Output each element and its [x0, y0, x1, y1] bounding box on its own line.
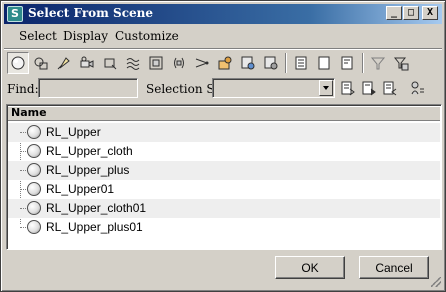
filter-toolbar: [4, 48, 442, 75]
list-item[interactable]: RL_Upper_cloth: [8, 142, 440, 161]
ok-button[interactable]: OK: [275, 256, 345, 279]
display-all-icon[interactable]: [290, 52, 312, 74]
selection-set-dropdown[interactable]: [212, 78, 335, 98]
bones-filter-icon[interactable]: [191, 52, 213, 74]
groups-filter-icon[interactable]: [145, 52, 167, 74]
object-name: RL_Upper_cloth: [46, 144, 133, 158]
sphere-object-icon: [27, 163, 41, 177]
display-none-icon[interactable]: [313, 52, 335, 74]
name-column-label: Name: [11, 106, 47, 119]
list-item[interactable]: RL_Upper01: [8, 180, 440, 199]
sphere-object-icon: [27, 144, 41, 158]
chevron-down-icon[interactable]: [319, 80, 333, 96]
find-input[interactable]: [38, 78, 138, 98]
window-title: Select From Scene: [28, 6, 153, 20]
geometry-filter-icon[interactable]: [7, 52, 29, 74]
display-invert-icon[interactable]: [336, 52, 358, 74]
find-row: Find: Selection Set:: [4, 77, 442, 101]
object-name: RL_Upper01: [46, 182, 115, 196]
object-name: RL_Upper_cloth01: [46, 201, 147, 215]
title-bar[interactable]: S Select From Scene _ □ X: [4, 4, 442, 24]
lights-filter-icon[interactable]: [53, 52, 75, 74]
frozen-filter-icon[interactable]: [237, 52, 259, 74]
select-from-scene-dialog: S Select From Scene _ □ X Select Display…: [0, 0, 446, 292]
name-column-header[interactable]: Name: [8, 106, 440, 121]
menu-customize[interactable]: Customize: [115, 29, 179, 43]
filter-icon[interactable]: [367, 52, 389, 74]
remove-from-set-icon[interactable]: [379, 77, 401, 99]
sphere-object-icon: [27, 125, 41, 139]
helpers-filter-icon[interactable]: [99, 52, 121, 74]
close-button[interactable]: X: [422, 6, 438, 20]
object-name: RL_Upper: [46, 125, 101, 139]
maximize-button[interactable]: □: [403, 6, 419, 20]
cancel-button[interactable]: Cancel: [359, 256, 429, 279]
object-name: RL_Upper_plus: [46, 163, 130, 177]
list-item[interactable]: RL_Upper: [8, 123, 440, 142]
cameras-filter-icon[interactable]: [76, 52, 98, 74]
shapes-filter-icon[interactable]: [30, 52, 52, 74]
list-item[interactable]: RL_Upper_plus01: [8, 218, 440, 237]
add-to-set-icon[interactable]: [358, 77, 380, 99]
selection-set-options-icon[interactable]: [406, 77, 428, 99]
minimize-button[interactable]: _: [386, 6, 402, 20]
xrefs-filter-icon[interactable]: [168, 52, 190, 74]
menu-bar: Select Display Customize: [4, 25, 442, 45]
list-item[interactable]: RL_Upper_plus: [8, 161, 440, 180]
app-icon: S: [7, 6, 23, 22]
find-label: Find:: [7, 82, 39, 96]
menu-select[interactable]: Select: [19, 29, 57, 43]
list-item[interactable]: RL_Upper_cloth01: [8, 199, 440, 218]
select-set-icon[interactable]: [337, 77, 359, 99]
sphere-object-icon: [27, 220, 41, 234]
sphere-object-icon: [27, 201, 41, 215]
sphere-object-icon: [27, 182, 41, 196]
hidden-filter-icon[interactable]: [260, 52, 282, 74]
filter-settings-icon[interactable]: [390, 52, 412, 74]
scene-object-list[interactable]: Name RL_Upper RL_Upper_cloth RL_Upper_pl…: [6, 104, 442, 250]
containers-filter-icon[interactable]: [214, 52, 236, 74]
toolbar-separator: [362, 53, 364, 73]
resize-grip[interactable]: [431, 277, 441, 287]
space-warps-filter-icon[interactable]: [122, 52, 144, 74]
menu-display[interactable]: Display: [63, 29, 108, 43]
toolbar-separator: [285, 53, 287, 73]
object-name: RL_Upper_plus01: [46, 220, 143, 234]
